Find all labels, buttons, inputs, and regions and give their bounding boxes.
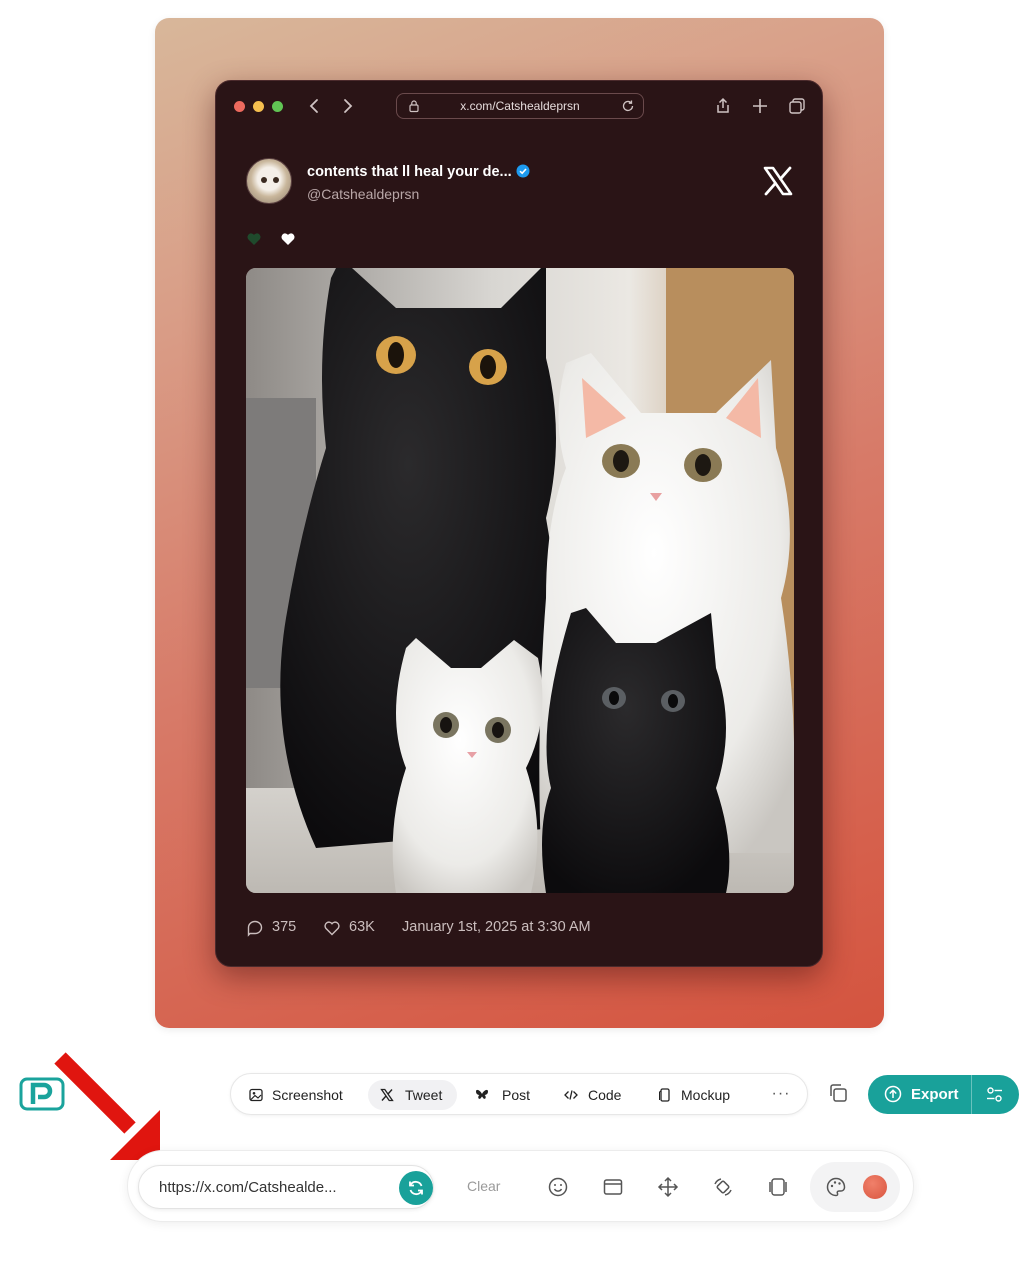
export-settings-icon[interactable] (986, 1086, 1003, 1103)
minimize-dot (253, 101, 264, 112)
tweet-url-value: https://x.com/Catshealde... (159, 1179, 337, 1196)
mode-toolbar: Screenshot Tweet Post Code Mockup ··· (230, 1073, 808, 1115)
butterfly-icon (476, 1089, 488, 1099)
avatar (246, 158, 292, 204)
browser-window: x.com/Catshealdeprsn contents that ll he… (215, 80, 823, 967)
browser-url-bar: x.com/Catshealdeprsn (396, 93, 644, 119)
red-arrow-annotation (54, 1052, 160, 1160)
reply-icon (247, 920, 263, 937)
tab-tweet[interactable]: Tweet (368, 1080, 457, 1110)
window-frame-icon[interactable] (602, 1176, 624, 1198)
back-icon (304, 95, 326, 117)
more-options-button[interactable]: ··· (770, 1080, 792, 1110)
url-controls-bar: https://x.com/Catshealde... Clear (127, 1150, 914, 1222)
maximize-dot (272, 101, 283, 112)
verified-badge-icon (516, 164, 530, 178)
fetch-refresh-button[interactable] (399, 1171, 433, 1205)
layers-icon[interactable] (767, 1176, 789, 1198)
refresh-icon (409, 1180, 423, 1196)
browser-url-text: x.com/Catshealdeprsn (460, 99, 580, 113)
tab-mockup[interactable]: Mockup (649, 1080, 745, 1110)
move-icon[interactable] (657, 1176, 679, 1198)
tweet-date: January 1st, 2025 at 3:30 AM (402, 919, 591, 935)
new-tab-icon (753, 99, 767, 113)
green-heart-icon (247, 233, 261, 245)
close-dot (234, 101, 245, 112)
tweet-handle: @Catshealdeprsn (307, 186, 420, 202)
x-icon (380, 1088, 394, 1102)
forward-icon (336, 95, 358, 117)
code-icon (564, 1090, 578, 1100)
lock-icon (409, 100, 419, 113)
like-count: 63K (349, 919, 375, 935)
reload-icon (622, 100, 634, 112)
x-logo-icon (763, 166, 793, 196)
browser-titlebar: x.com/Catshealdeprsn (216, 81, 822, 131)
display-name: contents that ll heal your de... (307, 164, 512, 180)
share-icon (717, 97, 729, 113)
export-button[interactable]: Export (868, 1075, 1019, 1114)
emoji-icon[interactable] (547, 1176, 569, 1198)
copy-icon[interactable] (827, 1082, 849, 1104)
export-label: Export (911, 1086, 959, 1103)
tweet-url-input[interactable]: https://x.com/Catshealde... (138, 1165, 434, 1209)
image-icon (249, 1088, 263, 1102)
reply-count: 375 (272, 919, 297, 935)
rotate-icon[interactable] (712, 1176, 734, 1198)
palette-icon (826, 1177, 846, 1197)
upload-circle-icon (884, 1085, 902, 1103)
white-heart-icon (281, 233, 295, 245)
phone-icon (659, 1088, 670, 1102)
color-picker[interactable] (810, 1162, 900, 1212)
tweet-photo (246, 268, 794, 893)
tab-screenshot[interactable]: Screenshot (241, 1080, 357, 1110)
export-divider (971, 1075, 972, 1114)
tabs-overview-icon (789, 98, 805, 114)
tab-code[interactable]: Code (555, 1080, 633, 1110)
clear-button[interactable]: Clear (467, 1178, 500, 1194)
selected-color-swatch (863, 1175, 887, 1199)
like-icon (324, 921, 340, 936)
tab-post[interactable]: Post (467, 1080, 541, 1110)
